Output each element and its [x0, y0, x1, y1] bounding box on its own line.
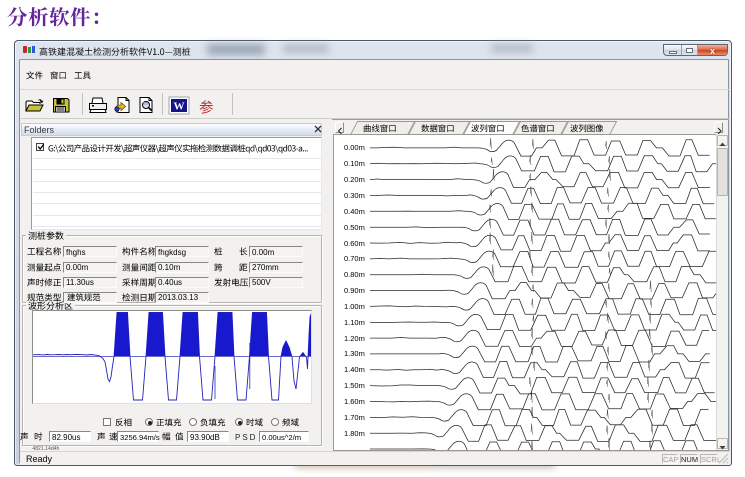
svg-text:W: W	[174, 101, 185, 113]
